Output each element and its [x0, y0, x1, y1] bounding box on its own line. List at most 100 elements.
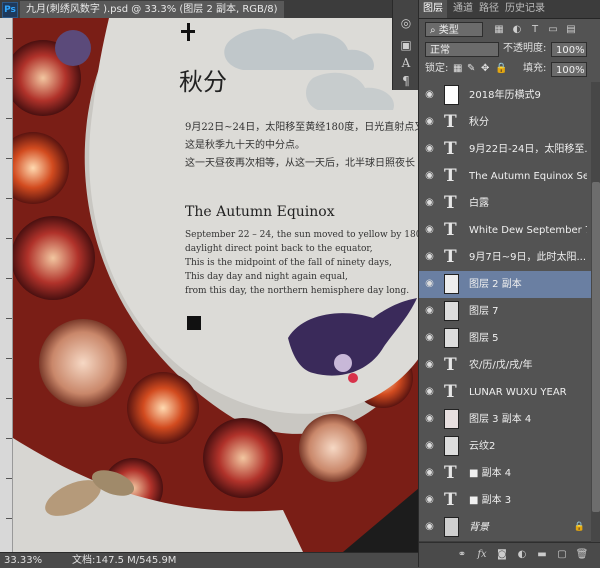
tab-channels[interactable]: 通道 — [449, 0, 477, 18]
eye-icon[interactable]: ◉ — [424, 414, 435, 424]
layer-name: LUNAR WUXU YEAR — [469, 387, 567, 398]
vertical-ruler[interactable] — [0, 18, 13, 552]
layer-name: 图层 2 副本 — [469, 279, 522, 290]
eye-icon[interactable]: ◉ — [424, 495, 435, 505]
layer-actions-bar: ⚭ fx ◙ ◐ ▬ ▢ 🗑 — [419, 542, 600, 568]
eye-icon[interactable]: ◉ — [424, 333, 435, 343]
add-mask-icon[interactable]: ◙ — [495, 548, 509, 562]
clone-source-icon[interactable]: ▣ — [398, 38, 414, 52]
layer-thumbnail — [444, 409, 459, 429]
document-canvas[interactable]: 秋分 9月22日~24日，太阳移至黄经180度，日光直射点又 这是秋季九十天的中… — [13, 18, 419, 552]
smart-object-thumbnail — [444, 85, 459, 105]
eye-icon[interactable]: ◉ — [424, 468, 435, 478]
brush-settings-icon[interactable]: ◎ — [398, 16, 414, 30]
eye-icon[interactable]: ◉ — [424, 225, 435, 235]
layer-row[interactable]: ◉ T 白露 — [419, 190, 591, 218]
text-layer-icon: T — [444, 193, 457, 213]
tab-history[interactable]: 历史记录 — [501, 0, 549, 18]
layer-list[interactable]: ◉ 2018年历横式9 ◉ T 秋分 ◉ T 9月22日-24日，太阳移至...… — [419, 82, 591, 542]
text-en-line-3: This is the midpoint of the fall of nine… — [185, 258, 392, 268]
new-group-icon[interactable]: ▬ — [535, 548, 549, 562]
lock-transparent-icon[interactable]: ▦ — [453, 61, 462, 77]
document-tab[interactable]: 九月(刺绣风数字 ).psd @ 33.3% (图层 2 副本, RGB/8) — [20, 1, 284, 18]
eye-icon[interactable]: ◉ — [424, 306, 435, 316]
eye-icon[interactable]: ◉ — [424, 279, 435, 289]
scrollbar-thumb[interactable] — [592, 182, 600, 512]
lock-pixels-icon[interactable]: ✎ — [467, 61, 475, 77]
eye-icon[interactable]: ◉ — [424, 198, 435, 208]
tab-layers[interactable]: 图层 — [419, 0, 447, 18]
text-layer-icon: T — [444, 463, 457, 483]
eye-icon[interactable]: ◉ — [424, 171, 435, 181]
lock-label: 锁定: — [425, 63, 449, 74]
layer-name: 图层 3 副本 4 — [469, 414, 532, 425]
lock-icon: 🔒 — [573, 522, 585, 532]
text-layer-icon: T — [444, 112, 457, 132]
filter-pixel-icon[interactable]: ▦ — [491, 23, 507, 37]
eye-icon[interactable]: ◉ — [424, 441, 435, 451]
character-icon[interactable]: A — [398, 56, 414, 70]
layer-row[interactable]: ◉ T The Autumn Equinox Septe... — [419, 163, 591, 191]
title-en: The Autumn Equinox — [185, 204, 335, 220]
blend-row: 正常 不透明度: 100% — [419, 40, 600, 60]
layer-row[interactable]: ◉ 图层 3 副本 4 — [419, 406, 591, 434]
eye-icon[interactable]: ◉ — [424, 144, 435, 154]
adjustment-layer-icon[interactable]: ◐ — [515, 548, 529, 562]
eye-icon[interactable]: ◉ — [424, 522, 435, 532]
tab-paths[interactable]: 路径 — [475, 0, 503, 18]
layer-row[interactable]: ◉ 图层 7 — [419, 298, 591, 326]
layer-row[interactable]: ◉ T 农/历/戊/戌/年 — [419, 352, 591, 380]
title-cn: 秋分 — [179, 68, 227, 96]
layer-row[interactable]: ◉ T ■ 副本 4 — [419, 460, 591, 488]
blend-mode-dropdown[interactable]: 正常 — [425, 42, 499, 57]
document-size[interactable]: 文档:147.5 M/545.9M — [72, 553, 176, 568]
layer-scrollbar[interactable] — [591, 82, 600, 542]
eye-icon[interactable]: ◉ — [424, 117, 435, 127]
layer-row[interactable]: ◉ T ■ 副本 3 — [419, 487, 591, 515]
text-cn-line-1: 9月22日~24日，太阳移至黄经180度，日光直射点又 — [185, 122, 419, 133]
layer-row[interactable]: ◉ T LUNAR WUXU YEAR — [419, 379, 591, 407]
layer-row-selected[interactable]: ◉ 图层 2 副本 — [419, 271, 591, 299]
filter-shape-icon[interactable]: ▭ — [545, 23, 561, 37]
opacity-input[interactable]: 100% — [551, 42, 587, 57]
layer-name: 图层 5 — [469, 333, 499, 344]
layer-row[interactable]: ◉ T 秋分 — [419, 109, 591, 137]
layer-row[interactable]: ◉ T 9月22日-24日，太阳移至... — [419, 136, 591, 164]
layer-name: 农/历/戊/戌/年 — [469, 360, 533, 371]
layer-row[interactable]: ◉ T White Dew September 7 to ... — [419, 217, 591, 245]
text-layer-icon: T — [444, 139, 457, 159]
eye-icon[interactable]: ◉ — [424, 360, 435, 370]
text-cn-line-2: 这是秋季九十天的中分点。 — [185, 140, 305, 151]
eye-icon[interactable]: ◉ — [424, 252, 435, 262]
layer-row[interactable]: ◉ 2018年历横式9 — [419, 82, 591, 110]
filter-smart-icon[interactable]: ▤ — [563, 23, 579, 37]
background-thumbnail — [444, 517, 459, 537]
lock-position-icon[interactable]: ✥ — [481, 61, 489, 77]
layer-style-icon[interactable]: fx — [475, 548, 489, 562]
paragraph-icon[interactable]: ¶ — [398, 74, 414, 88]
layer-row[interactable]: ◉ T 9月7日~9日，此时太阳... — [419, 244, 591, 272]
eye-icon[interactable]: ◉ — [424, 90, 435, 100]
text-en-line-5: from this day, the northern hemisphere d… — [185, 286, 410, 296]
layer-thumbnail — [444, 301, 459, 321]
delete-layer-icon[interactable]: 🗑 — [575, 548, 589, 562]
layer-name: 9月22日-24日，太阳移至... — [469, 144, 587, 155]
layers-panel: 图层 通道 路径 历史记录 ⌕ 类型 ▦ ◐ T ▭ ▤ 正常 不透明度: 10… — [418, 0, 600, 568]
layer-row[interactable]: ◉ 云纹2 — [419, 433, 591, 461]
link-layers-icon[interactable]: ⚭ — [455, 548, 469, 562]
new-layer-icon[interactable]: ▢ — [555, 548, 569, 562]
fill-input[interactable]: 100% — [551, 62, 587, 77]
zoom-level[interactable]: 33.33% — [4, 553, 42, 568]
text-layer-icon: T — [444, 490, 457, 510]
filter-text-icon[interactable]: T — [527, 23, 543, 37]
filter-adjust-icon[interactable]: ◐ — [509, 23, 525, 37]
layer-row[interactable]: ◉ 图层 5 — [419, 325, 591, 353]
filter-kind-dropdown[interactable]: ⌕ 类型 — [425, 22, 483, 37]
lock-all-icon[interactable]: 🔒 — [495, 61, 507, 77]
panel-tabs: 图层 通道 路径 历史记录 — [419, 0, 600, 19]
search-icon: ⌕ — [430, 25, 436, 36]
document-tab-bar: Ps 九月(刺绣风数字 ).psd @ 33.3% (图层 2 副本, RGB/… — [0, 0, 392, 19]
filter-kind-value: 类型 — [438, 25, 459, 36]
layer-row[interactable]: ◉ 背景 🔒 — [419, 514, 591, 542]
eye-icon[interactable]: ◉ — [424, 387, 435, 397]
